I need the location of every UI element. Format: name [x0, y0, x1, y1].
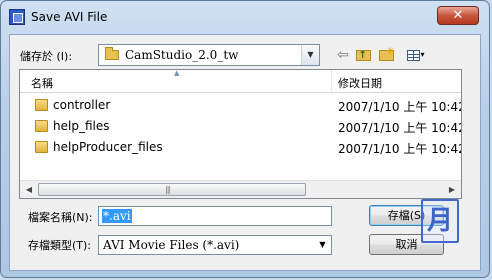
ime-indicator-icon: 月 [421, 199, 459, 243]
column-header-name[interactable]: ▲ 名稱 [20, 70, 332, 92]
file-name-input[interactable]: *.avi [98, 206, 332, 226]
list-item[interactable]: help_files 2007/1/10 上午 10:42 [20, 117, 461, 135]
column-header-date[interactable]: 修改日期 [332, 70, 461, 92]
horizontal-scrollbar[interactable]: ◀ ||| ▶ [20, 180, 461, 198]
chevron-down-icon: ▾ [420, 50, 425, 59]
scroll-thumb[interactable]: ||| [38, 183, 306, 196]
folder-up-icon [355, 47, 371, 65]
file-type-dropdown[interactable]: AVI Movie Files (*.avi) ▼ [98, 235, 332, 255]
list-item[interactable]: controller 2007/1/10 上午 10:42 [20, 96, 461, 114]
back-button[interactable]: ⇦ [333, 46, 353, 64]
list-item[interactable]: helpProducer_files 2007/1/10 上午 10:42 [20, 138, 461, 156]
scroll-right-icon[interactable]: ▶ [445, 183, 459, 196]
chevron-down-icon[interactable]: ▼ [301, 45, 319, 65]
grip-icon: ||| [165, 185, 171, 194]
item-name: helpProducer_files [53, 140, 163, 154]
file-name-label: 檔案名稱(N): [28, 211, 93, 224]
close-button[interactable]: ✕ [437, 6, 479, 25]
new-folder-button[interactable] [376, 43, 396, 64]
file-list[interactable]: ▲ 名稱 修改日期 controller 2007/1/10 上午 10:42 … [19, 69, 462, 199]
new-folder-icon [378, 43, 395, 61]
save-dialog: Save AVI File ✕ 儲存於 (I): CamStudio_2.0_t… [0, 0, 490, 278]
up-one-level-button[interactable] [353, 46, 373, 65]
file-name-value: *.avi [102, 209, 132, 223]
file-type-value: AVI Movie Files (*.avi) [103, 238, 240, 252]
views-menu-button[interactable]: ▾ [401, 46, 431, 64]
chevron-down-icon[interactable]: ▼ [314, 236, 331, 254]
save-in-dropdown[interactable]: CamStudio_2.0_tw ▼ [98, 44, 320, 66]
back-arrow-icon: ⇦ [337, 47, 349, 63]
item-name: controller [53, 98, 111, 112]
item-date: 2007/1/10 上午 10:42 [338, 121, 462, 135]
views-icon [407, 49, 421, 61]
app-icon [9, 9, 25, 25]
folder-icon [35, 141, 48, 153]
folder-icon [35, 99, 48, 111]
folder-icon [35, 120, 48, 132]
scroll-left-icon[interactable]: ◀ [22, 183, 36, 196]
title-bar[interactable]: Save AVI File ✕ [7, 6, 483, 28]
window-title: Save AVI File [31, 10, 108, 24]
folder-icon [105, 47, 119, 60]
file-type-label: 存檔類型(T): [28, 239, 92, 252]
item-date: 2007/1/10 上午 10:42 [338, 100, 462, 114]
item-date: 2007/1/10 上午 10:42 [338, 142, 462, 156]
item-name: help_files [53, 119, 110, 133]
column-header: ▲ 名稱 修改日期 [20, 70, 461, 93]
save-in-value: CamStudio_2.0_tw [125, 48, 239, 62]
sort-ascending-icon: ▲ [174, 69, 180, 77]
save-in-label: 儲存於 (I): [20, 50, 73, 63]
